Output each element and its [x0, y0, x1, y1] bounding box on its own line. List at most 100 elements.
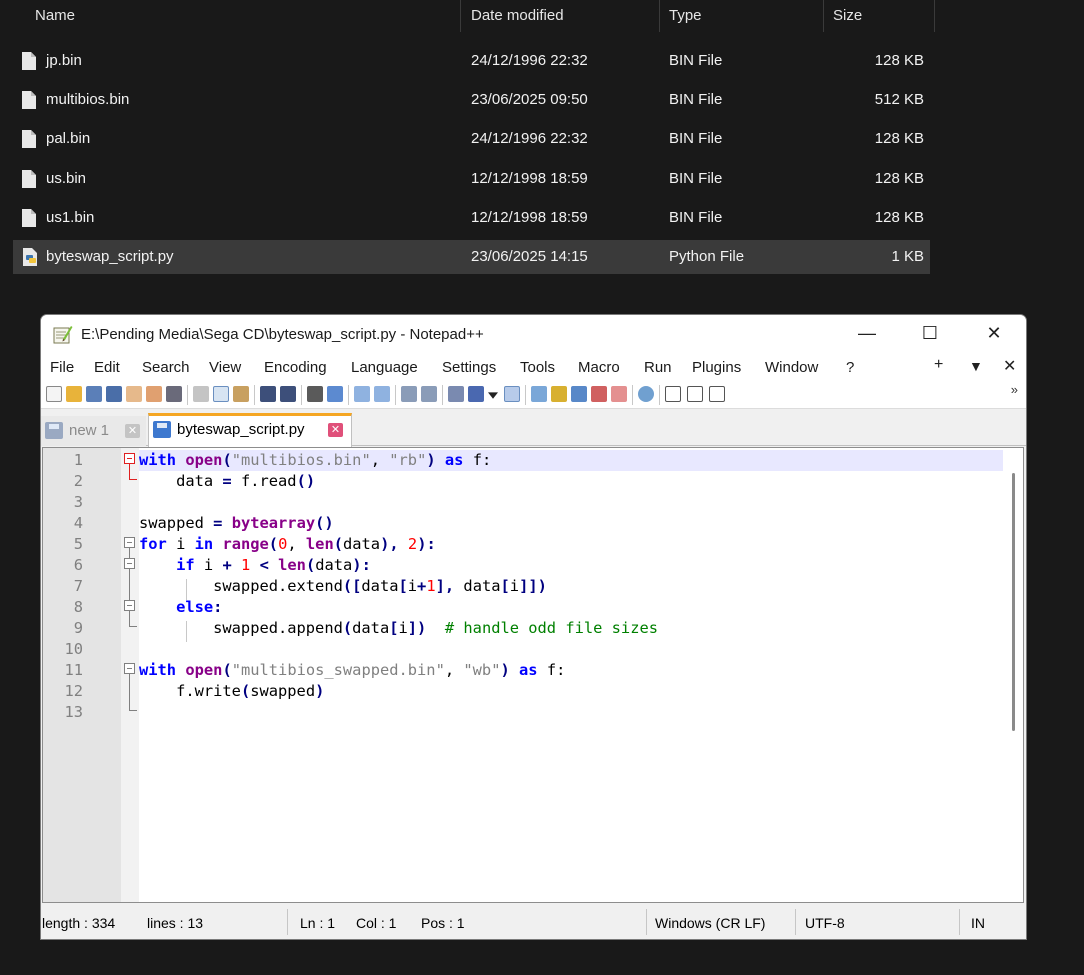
- word-wrap-icon[interactable]: [448, 386, 464, 402]
- tab-close-icon[interactable]: ✕: [125, 424, 140, 438]
- open-file-icon[interactable]: [66, 386, 82, 402]
- tab-bar: new 1 ✕ byteswap_script.py ✕: [41, 410, 1026, 447]
- find-icon[interactable]: [307, 386, 323, 402]
- file-row[interactable]: multibios.bin 23/06/2025 09:50 BIN File …: [13, 83, 930, 117]
- file-type: BIN File: [669, 170, 723, 187]
- code-line[interactable]: 4 swapped = bytearray(): [43, 513, 1003, 534]
- code-line[interactable]: 2 data = f.read(): [43, 471, 1003, 492]
- menu-run[interactable]: Run: [644, 359, 672, 376]
- print-icon[interactable]: [166, 386, 182, 402]
- file-row[interactable]: jp.bin 24/12/1996 22:32 BIN File 128 KB: [13, 44, 930, 78]
- code-line[interactable]: 7 swapped.extend([data[i+1], data[i]]): [43, 576, 1003, 597]
- column-date-modified[interactable]: Date modified: [471, 7, 564, 24]
- column-divider[interactable]: [460, 0, 461, 32]
- code-line[interactable]: 10: [43, 639, 1003, 660]
- menu-settings[interactable]: Settings: [442, 359, 496, 376]
- sort-indicator-icon[interactable]: ^: [236, 0, 242, 6]
- document-list-icon[interactable]: [571, 386, 587, 402]
- close-document-icon[interactable]: ✕: [1003, 356, 1016, 376]
- code-line[interactable]: 9 swapped.append(data[i]) # handle odd f…: [43, 618, 1003, 639]
- menu-help[interactable]: ?: [846, 359, 854, 376]
- status-encoding[interactable]: UTF-8: [805, 915, 845, 931]
- record-macro-icon[interactable]: [665, 386, 681, 402]
- maximize-button[interactable]: ☐: [907, 315, 953, 353]
- menu-macro[interactable]: Macro: [578, 359, 620, 376]
- menu-encoding[interactable]: Encoding: [264, 359, 327, 376]
- code-line[interactable]: 6 if i + 1 < len(data):: [43, 555, 1003, 576]
- indent-guide-icon[interactable]: [504, 386, 520, 402]
- code-line[interactable]: 8 else:: [43, 597, 1003, 618]
- line-number: 8: [73, 598, 83, 616]
- file-row[interactable]: us.bin 12/12/1998 18:59 BIN File 128 KB: [13, 162, 930, 196]
- file-row[interactable]: us1.bin 12/12/1998 18:59 BIN File 128 KB: [13, 201, 930, 235]
- menu-edit[interactable]: Edit: [94, 359, 120, 376]
- function-list-icon[interactable]: [591, 386, 607, 402]
- zoom-in-icon[interactable]: [354, 386, 370, 402]
- status-line-number: Ln : 1: [300, 915, 336, 931]
- dropdown-arrow-icon[interactable]: [488, 392, 498, 399]
- close-icon[interactable]: [126, 386, 142, 402]
- menu-plugins[interactable]: Plugins: [692, 359, 741, 376]
- tab-list-dropdown-icon[interactable]: ▼: [969, 358, 983, 374]
- toolbar-overflow-icon[interactable]: »: [1011, 382, 1018, 397]
- column-type[interactable]: Type: [669, 7, 702, 24]
- line-number: 1: [73, 451, 83, 469]
- monitoring-icon[interactable]: [638, 386, 654, 402]
- show-all-characters-icon[interactable]: [468, 386, 484, 402]
- code-line[interactable]: 12 f.write(swapped): [43, 681, 1003, 702]
- new-file-icon[interactable]: [46, 386, 62, 402]
- copy-icon[interactable]: [213, 386, 229, 402]
- scrollbar-thumb[interactable]: [1012, 473, 1015, 731]
- sync-vertical-icon[interactable]: [401, 386, 417, 402]
- status-line-ending[interactable]: Windows (CR LF): [655, 915, 765, 931]
- menu-view[interactable]: View: [209, 359, 241, 376]
- title-bar[interactable]: E:\Pending Media\Sega CD\byteswap_script…: [41, 315, 1026, 353]
- sync-horizontal-icon[interactable]: [421, 386, 437, 402]
- file-row-selected[interactable]: byteswap_script.py 23/06/2025 14:15 Pyth…: [13, 240, 930, 274]
- save-all-icon[interactable]: [106, 386, 122, 402]
- column-divider[interactable]: [823, 0, 824, 32]
- column-name[interactable]: Name: [35, 7, 75, 24]
- column-size[interactable]: Size: [833, 7, 862, 24]
- menu-window[interactable]: Window: [765, 359, 818, 376]
- stop-recording-icon[interactable]: [687, 386, 703, 402]
- folder-as-workspace-icon[interactable]: [611, 386, 627, 402]
- play-macro-icon[interactable]: [709, 386, 725, 402]
- save-icon[interactable]: [86, 386, 102, 402]
- code-editor[interactable]: 1 with open("multibios.bin", "rb") as f:…: [42, 447, 1024, 903]
- new-tab-icon[interactable]: +: [934, 356, 943, 374]
- vertical-scrollbar[interactable]: [1003, 448, 1023, 902]
- status-divider: [959, 909, 960, 935]
- paste-icon[interactable]: [233, 386, 249, 402]
- status-insert-mode[interactable]: IN: [971, 915, 985, 931]
- tab-byteswap-script[interactable]: byteswap_script.py ✕: [148, 413, 352, 447]
- column-divider[interactable]: [934, 0, 935, 32]
- code-line[interactable]: 1 with open("multibios.bin", "rb") as f:: [43, 450, 1003, 471]
- minimize-button[interactable]: —: [844, 315, 890, 353]
- zoom-out-icon[interactable]: [374, 386, 390, 402]
- line-number: 3: [73, 493, 83, 511]
- code-line[interactable]: 3: [43, 492, 1003, 513]
- file-row[interactable]: pal.bin 24/12/1996 22:32 BIN File 128 KB: [13, 122, 930, 156]
- close-all-icon[interactable]: [146, 386, 162, 402]
- cut-icon[interactable]: [193, 386, 209, 402]
- menu-language[interactable]: Language: [351, 359, 418, 376]
- menu-tools[interactable]: Tools: [520, 359, 555, 376]
- close-window-button[interactable]: ✕: [971, 315, 1017, 353]
- column-divider[interactable]: [659, 0, 660, 32]
- redo-icon[interactable]: [280, 386, 296, 402]
- menu-file[interactable]: File: [50, 359, 74, 376]
- code-line[interactable]: 11 with open("multibios_swapped.bin", "w…: [43, 660, 1003, 681]
- user-defined-language-icon[interactable]: [531, 386, 547, 402]
- document-map-icon[interactable]: [551, 386, 567, 402]
- code-line[interactable]: 13: [43, 702, 1003, 723]
- toolbar-separator: [442, 385, 443, 405]
- line-number: 13: [64, 703, 83, 721]
- menu-search[interactable]: Search: [142, 359, 190, 376]
- undo-icon[interactable]: [260, 386, 276, 402]
- python-file-icon: [23, 248, 37, 266]
- code-line[interactable]: 5 for i in range(0, len(data), 2):: [43, 534, 1003, 555]
- tab-close-icon[interactable]: ✕: [328, 423, 343, 437]
- tab-new-1[interactable]: new 1 ✕: [41, 416, 146, 446]
- replace-icon[interactable]: [327, 386, 343, 402]
